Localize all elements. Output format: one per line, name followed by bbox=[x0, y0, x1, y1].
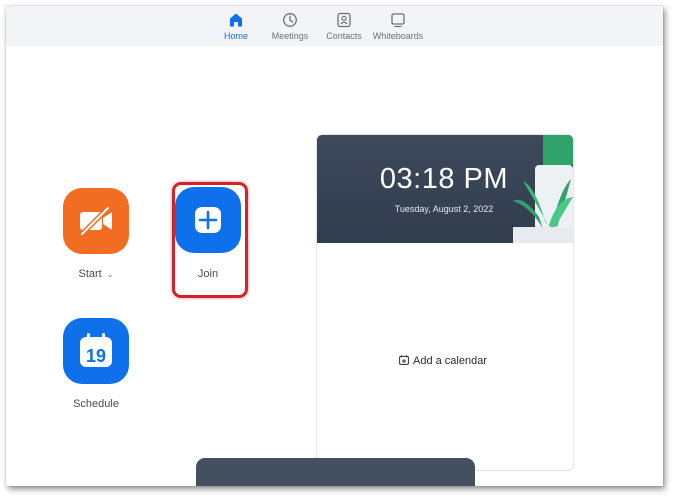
calendar-icon: 19 bbox=[80, 333, 112, 367]
nav-whiteboards[interactable]: Whiteboards bbox=[372, 12, 424, 44]
clock-icon bbox=[283, 13, 297, 27]
schedule-label: Schedule bbox=[73, 398, 119, 410]
nav-meetings-label: Meetings bbox=[271, 31, 309, 41]
whiteboard-icon bbox=[391, 13, 405, 28]
zoom-window: Home Meetings Contacts Whiteboards Start… bbox=[6, 6, 663, 486]
calendar-add-icon bbox=[399, 355, 409, 365]
start-label: Start bbox=[78, 268, 102, 280]
calendar-panel: 03:18 PM Tuesday, August 2, 2022 Add a c… bbox=[316, 134, 574, 471]
nav-home-label: Home bbox=[223, 31, 248, 41]
nav-home[interactable]: Home bbox=[220, 12, 252, 44]
calendar-day-number: 19 bbox=[86, 346, 106, 366]
start-label-wrap[interactable]: Start ⌄ bbox=[51, 268, 141, 280]
video-off-icon bbox=[79, 205, 112, 237]
schedule-button[interactable]: 19 bbox=[63, 318, 129, 384]
nav-whiteboards-label: Whiteboards bbox=[372, 31, 424, 41]
calendar-header: 03:18 PM Tuesday, August 2, 2022 bbox=[317, 135, 573, 243]
current-time: 03:18 PM bbox=[379, 163, 509, 195]
nav-contacts[interactable]: Contacts bbox=[324, 12, 364, 44]
chevron-down-icon[interactable]: ⌄ bbox=[107, 270, 114, 279]
nav-contacts-label: Contacts bbox=[326, 31, 362, 41]
add-calendar-label: Add a calendar bbox=[413, 355, 487, 367]
join-highlight-box bbox=[172, 182, 248, 298]
start-button[interactable] bbox=[63, 188, 129, 254]
top-navigation: Home Meetings Contacts Whiteboards bbox=[6, 6, 663, 46]
current-date: Tuesday, August 2, 2022 bbox=[394, 204, 494, 214]
add-calendar-button[interactable]: Add a calendar bbox=[399, 355, 499, 367]
home-icon bbox=[230, 13, 242, 27]
contacts-icon bbox=[337, 12, 351, 28]
nav-meetings[interactable]: Meetings bbox=[268, 12, 312, 44]
bottom-panel bbox=[196, 458, 475, 486]
